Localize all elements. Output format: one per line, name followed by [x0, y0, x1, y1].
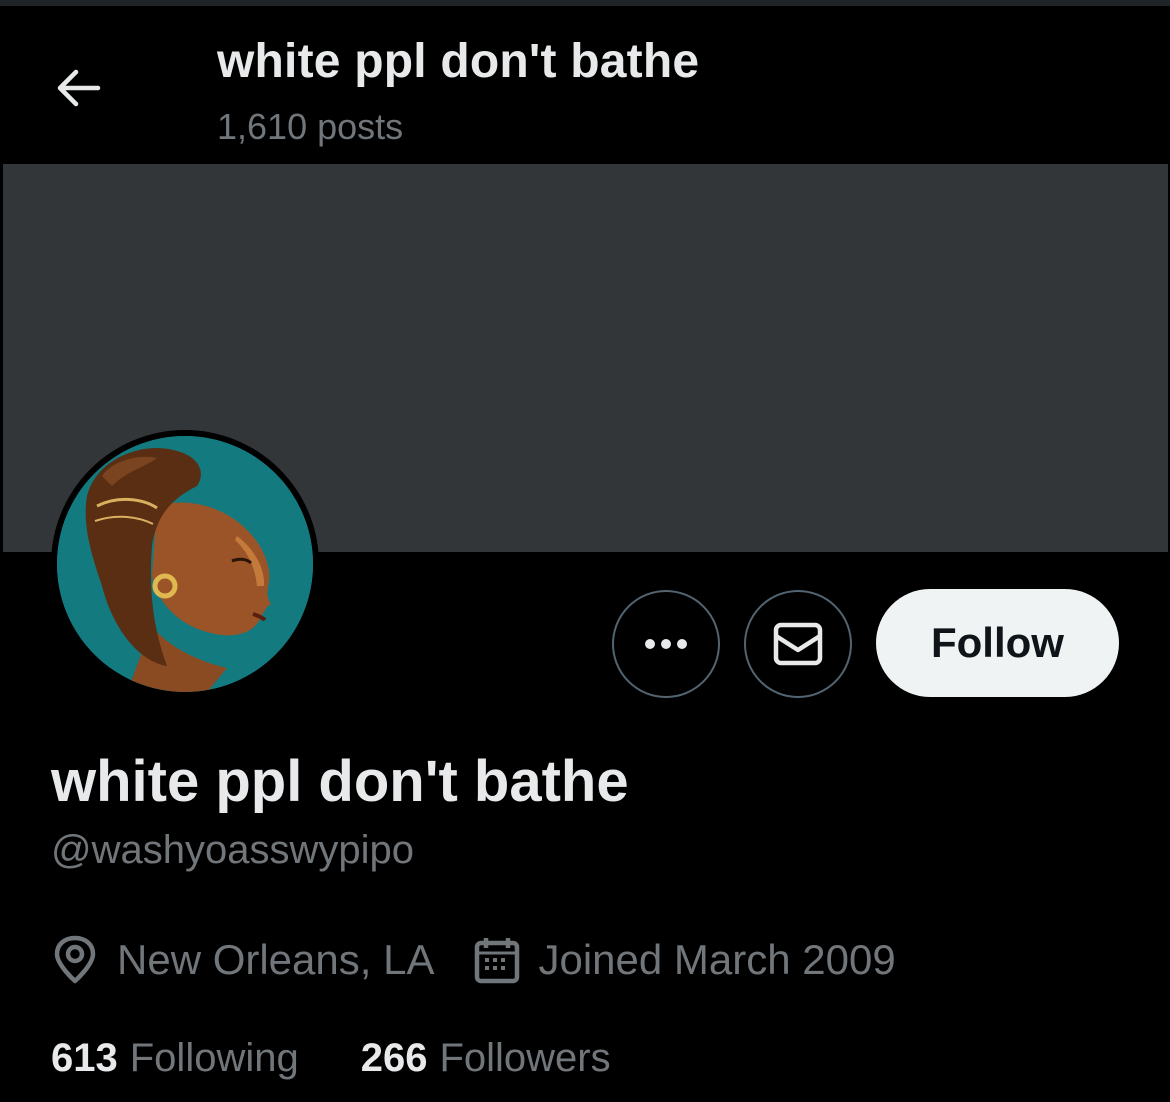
joined-date: Joined March 2009	[474, 936, 896, 984]
following-count: 613	[51, 1035, 118, 1080]
location-text: New Orleans, LA	[117, 936, 435, 983]
location-pin-icon	[54, 935, 96, 984]
profile-meta: New Orleans, LA Joined March 2009	[51, 930, 896, 990]
arrow-left-icon	[57, 69, 101, 107]
follow-button[interactable]: Follow	[876, 589, 1119, 697]
more-options-button[interactable]	[612, 590, 720, 698]
back-button[interactable]	[44, 60, 112, 116]
joined-text: Joined March 2009	[538, 936, 896, 983]
profile-avatar[interactable]	[51, 430, 319, 698]
post-count: 1,610 posts	[217, 106, 404, 147]
follow-stats: 613 Following 266 Followers	[51, 1030, 611, 1086]
followers-count: 266	[360, 1035, 428, 1080]
following-link[interactable]: 613 Following	[51, 1036, 299, 1081]
envelope-icon	[773, 622, 823, 666]
profile-header-bar: white ppl don't bathe 1,610 posts	[0, 6, 1170, 164]
user-handle: @washyoasswypipo	[51, 828, 414, 872]
avatar-illustration	[57, 436, 313, 692]
message-button[interactable]	[744, 590, 852, 698]
followers-link[interactable]: 266 Followers	[361, 1036, 611, 1081]
calendar-icon	[475, 938, 520, 984]
followers-label: Followers	[439, 1035, 611, 1080]
display-name: white ppl don't bathe	[51, 749, 629, 814]
following-label: Following	[129, 1035, 299, 1080]
more-dots-icon	[645, 639, 687, 649]
header-title: white ppl don't bathe	[217, 35, 700, 88]
location: New Orleans, LA	[51, 935, 434, 985]
